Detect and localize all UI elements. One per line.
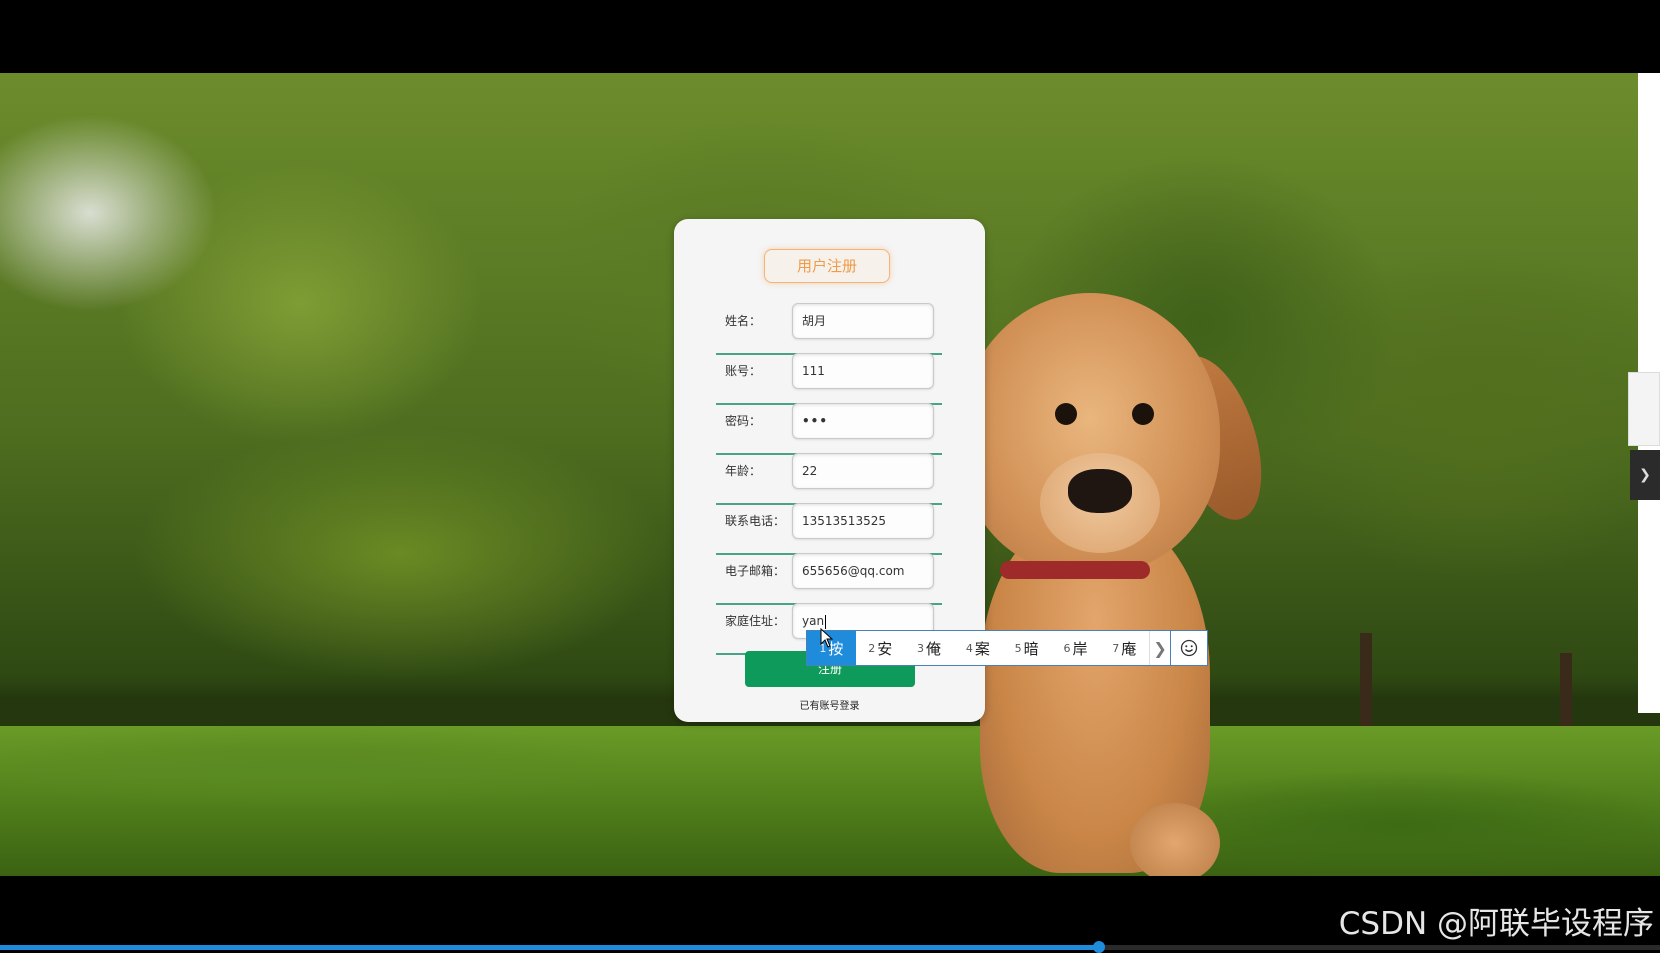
video-progress-knob[interactable]	[1092, 941, 1105, 953]
video-progress-bar[interactable]	[0, 941, 1660, 953]
phone-input[interactable]: 13513513525	[792, 503, 934, 539]
name-input[interactable]: 胡月	[792, 303, 934, 339]
mouse-cursor-icon	[820, 628, 834, 648]
account-input[interactable]: 111	[792, 353, 934, 389]
address-value: yan	[802, 614, 825, 628]
name-label: 姓名：	[725, 314, 762, 328]
ime-candidate-2[interactable]: 2安	[856, 631, 905, 665]
password-label: 密码：	[725, 414, 762, 428]
register-title: 用户注册	[764, 249, 890, 283]
login-link: 已有账号登录	[674, 697, 985, 712]
smiley-icon[interactable]	[1170, 631, 1207, 665]
ime-candidate-3[interactable]: 3俺	[905, 631, 954, 665]
watermark: CSDN @阿联毕设程序	[1338, 906, 1654, 942]
form-row-email: 电子邮箱： 655656@qq.com	[716, 553, 942, 605]
video-progress-fill	[0, 945, 1099, 950]
form-row-password: 密码： •••	[716, 403, 942, 455]
ime-candidate-5[interactable]: 5暗	[1002, 631, 1051, 665]
ime-candidate-4[interactable]: 4案	[953, 631, 1002, 665]
age-label: 年龄：	[725, 464, 762, 478]
ime-candidate-6[interactable]: 6岸	[1051, 631, 1100, 665]
phone-label: 联系电话：	[725, 514, 786, 528]
email-input[interactable]: 655656@qq.com	[792, 553, 934, 589]
form-row-name: 姓名： 胡月	[716, 303, 942, 355]
email-label: 电子邮箱：	[725, 564, 786, 578]
side-document-thumbnail[interactable]	[1628, 372, 1660, 446]
text-caret	[825, 614, 827, 629]
ime-candidate-bar: 1按 2安 3俺 4案 5暗 6岸 7庵 ❯	[806, 630, 1208, 666]
puppy-image	[905, 283, 1280, 876]
password-input[interactable]: •••	[792, 403, 934, 439]
age-input[interactable]: 22	[792, 453, 934, 489]
form-row-phone: 联系电话： 13513513525	[716, 503, 942, 555]
login-link-text[interactable]: 已有账号登录	[800, 701, 860, 712]
chevron-right-icon[interactable]: ❯	[1148, 631, 1171, 665]
grass	[0, 726, 1660, 876]
form-row-age: 年龄： 22	[716, 453, 942, 505]
chevron-right-icon[interactable]: ❯	[1630, 450, 1660, 500]
ime-candidate-7[interactable]: 7庵	[1100, 631, 1149, 665]
form-row-account: 账号： 111	[716, 353, 942, 405]
account-label: 账号：	[725, 364, 762, 378]
address-label: 家庭住址：	[725, 614, 786, 628]
